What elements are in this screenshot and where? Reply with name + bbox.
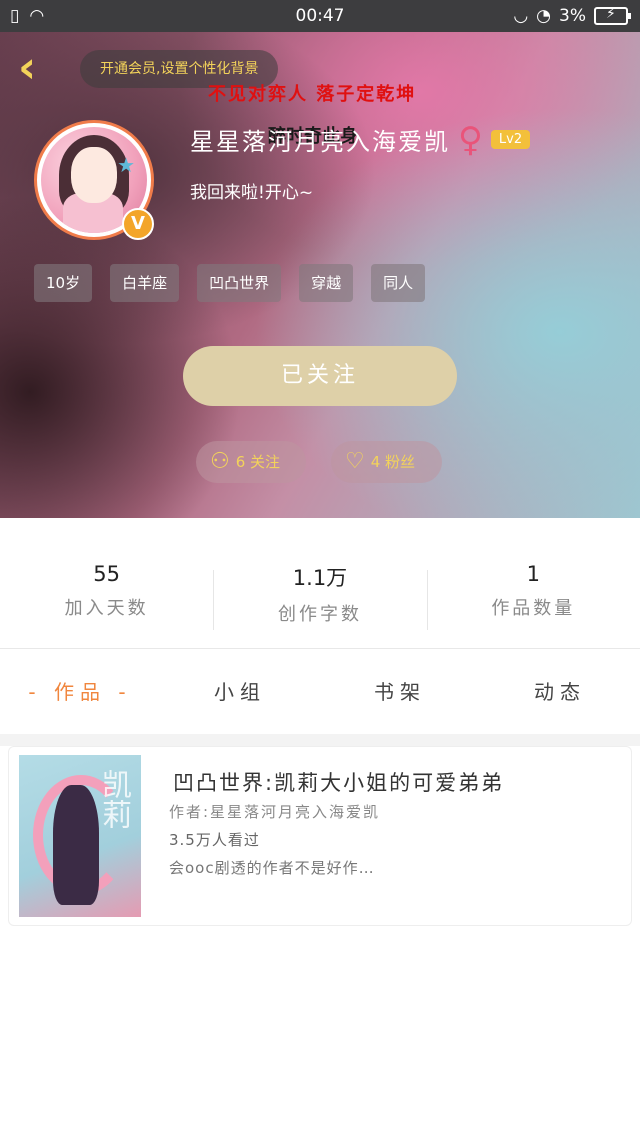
cover-text: 凯莉 <box>96 769 131 829</box>
stat-value: 1.1万 <box>292 566 348 590</box>
heart-icon: ♡ <box>345 449 365 474</box>
tab-bar: 作品 小组 书架 动态 <box>0 672 640 712</box>
work-cover[interactable]: 凯莉 <box>19 755 141 917</box>
tab-groups[interactable]: 小组 <box>160 672 320 712</box>
stat-label: 作品数量 <box>491 598 576 619</box>
stats-row: 55 加入天数 1.1万 创作字数 1 作品数量 <box>0 562 640 634</box>
work-card[interactable]: 凯莉 凹凸世界:凯莉大小姐的可爱弟弟 作者:星星落河月亮入海爱凯 3.5万人看过… <box>8 746 632 926</box>
star-icon: ★ <box>117 153 135 177</box>
headset-icon: ◡ <box>513 6 529 26</box>
level-badge: Lv2 <box>490 130 531 149</box>
status-bar: ▯ ◠ 00:47 ◡ ◔ 3% ⚡ <box>0 0 640 32</box>
divider <box>0 648 640 649</box>
tag[interactable]: 同人 <box>371 264 426 302</box>
tag[interactable]: 10岁 <box>34 264 93 302</box>
follow-button[interactable]: 已关注 <box>183 346 457 406</box>
work-description: 会ooc剧透的作者不是好作… <box>169 859 375 877</box>
section-gap <box>0 734 640 746</box>
tag[interactable]: 白羊座 <box>110 264 180 302</box>
stat-value: 55 <box>93 562 121 586</box>
status-right: ◡ ◔ 3% ⚡ <box>513 6 631 26</box>
name-row: 星星落河月亮入海爱凯 ♀ Lv2 <box>190 119 531 160</box>
stat-value: 1 <box>526 562 540 586</box>
username: 星星落河月亮入海爱凯 <box>190 128 450 156</box>
stat-word-count: 1.1万 创作字数 <box>213 562 426 634</box>
following-count: 6 关注 <box>235 453 281 471</box>
stat-label: 加入天数 <box>64 598 149 619</box>
tag[interactable]: 穿越 <box>299 264 354 302</box>
tab-bookshelf[interactable]: 书架 <box>320 672 480 712</box>
tab-works[interactable]: 作品 <box>0 672 160 712</box>
signature: 我回来啦!开心~ <box>190 183 314 203</box>
stat-join-days: 55 加入天数 <box>0 562 213 634</box>
work-title[interactable]: 凹凸世界:凯莉大小姐的可爱弟弟 <box>173 767 504 797</box>
work-reads: 3.5万人看过 <box>169 831 260 849</box>
profile-header: ‹ 开通会员,设置个性化背景 不见对弈人 落子定乾坤 醉时奇此身 ★ V 星星落… <box>0 32 640 518</box>
user-add-icon: ⚇ <box>210 449 230 474</box>
verified-badge: V <box>122 208 154 240</box>
battery-percent: 3% <box>559 6 586 26</box>
battery-icon: ⚡ <box>594 6 631 25</box>
tab-activity[interactable]: 动态 <box>480 672 640 712</box>
stat-work-count: 1 作品数量 <box>426 562 640 634</box>
following-button[interactable]: ⚇ 6 关注 <box>196 441 306 483</box>
chevron-left-icon: ‹ <box>18 42 37 93</box>
female-icon: ♀ <box>458 119 483 160</box>
fans-button[interactable]: ♡ 4 粉丝 <box>331 441 442 483</box>
tag[interactable]: 凹凸世界 <box>197 264 282 302</box>
stat-label: 创作字数 <box>277 604 362 625</box>
work-author: 作者:星星落河月亮入海爱凯 <box>169 803 381 821</box>
overlay-caption: 不见对弈人 落子定乾坤 <box>208 84 417 105</box>
alarm-icon: ◔ <box>536 6 552 26</box>
tag-list: 10岁 白羊座 凹凸世界 穿越 同人 <box>34 264 426 302</box>
fans-count: 4 粉丝 <box>370 453 416 471</box>
back-button[interactable]: ‹ <box>18 46 54 92</box>
